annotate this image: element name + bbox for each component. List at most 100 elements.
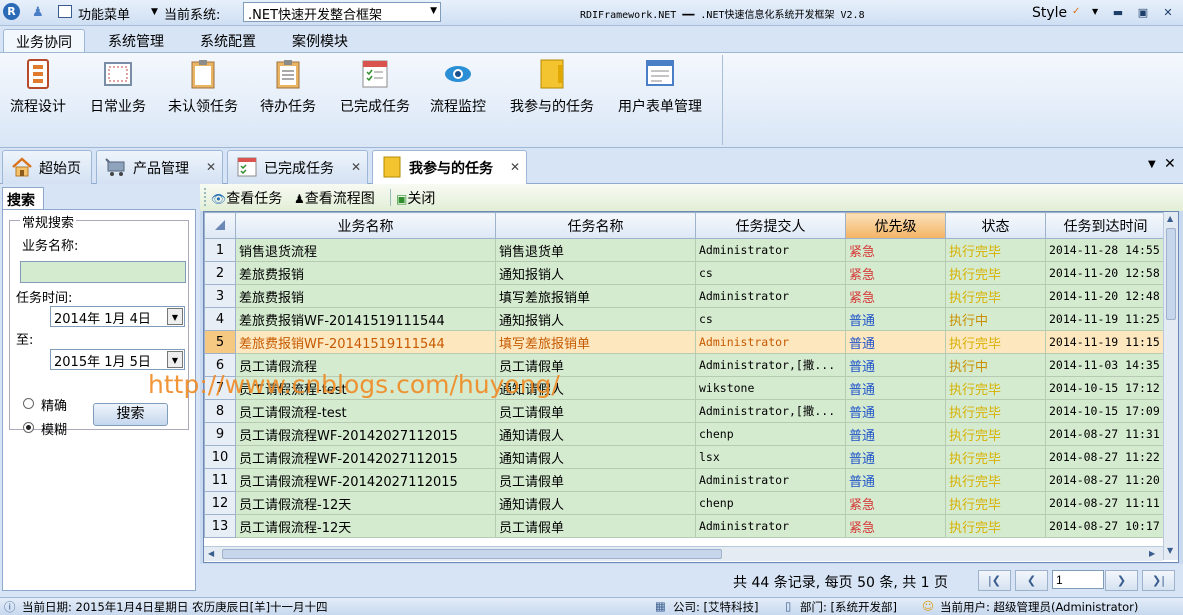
task-name-cell: 员工请假单 [495, 399, 696, 423]
col-header-arrival-time[interactable]: 任务到达时间 [1045, 212, 1166, 239]
task-name-cell: 通知请假人 [495, 422, 696, 446]
todo-tasks-button[interactable]: 待办任务 [260, 57, 316, 116]
cart-icon [105, 158, 125, 176]
view-flowchart-button[interactable]: ♟查看流程图 [294, 188, 375, 208]
table-row[interactable]: 1 销售退货流程 销售退货单 Administrator 紧急 执行完毕 2014-11-2… [204, 238, 1166, 262]
unclaimed-tasks-button[interactable]: 未认领任务 [168, 57, 238, 116]
calendar-dropdown-icon[interactable]: ▼ [167, 351, 183, 368]
status-cell: 执行完毕 [945, 238, 1046, 262]
date-to-picker[interactable]: 2015年 1月 5日 ▼ [50, 349, 185, 370]
close-tab-icon[interactable]: ✕ [351, 160, 361, 174]
completed-tasks-button[interactable]: 已完成任务 [340, 57, 410, 116]
search-button[interactable]: 搜索 [93, 403, 168, 426]
close-tab-icon[interactable]: ✕ [206, 160, 216, 174]
biz-name-cell: 差旅费报销 [235, 261, 496, 285]
horizontal-scrollbar[interactable]: ◀ ▶ [204, 546, 1163, 561]
table-row[interactable]: 12 员工请假流程-12天 通知请假人 chenp 紧急 执行完毕 2014-08-27 1… [204, 491, 1166, 515]
table-row[interactable]: 9 员工请假流程WF-20142027112015 通知请假人 chenp 普通 执行完毕… [204, 422, 1166, 446]
current-system-select[interactable]: .NET快速开发整合框架 ▼ [243, 2, 441, 23]
submitter-cell: chenp [695, 491, 846, 515]
doc-tab-my-tasks[interactable]: 我参与的任务 ✕ [372, 150, 527, 185]
calendar-dropdown-icon[interactable]: ▼ [167, 308, 183, 325]
next-page-icon[interactable]: ❯ [1105, 570, 1138, 591]
scroll-right-icon[interactable]: ▶ [1149, 549, 1155, 558]
department-text: 部门: [系统开发部] [800, 600, 898, 614]
tab-list-dropdown-icon[interactable]: ▼ [1148, 159, 1156, 170]
doc-tab-products[interactable]: 产品管理 ✕ [96, 150, 223, 184]
task-name-cell: 通知报销人 [495, 307, 696, 331]
first-page-icon[interactable]: |❮ [978, 570, 1011, 591]
submitter-cell: Administrator [695, 330, 846, 354]
toolbar-separator [390, 189, 391, 206]
vertical-scroll-thumb[interactable] [1166, 228, 1176, 320]
scroll-left-icon[interactable]: ◀ [208, 549, 214, 558]
col-header-priority[interactable]: 优先级 [845, 212, 946, 239]
unclaimed-tasks-label: 未认领任务 [168, 99, 238, 115]
col-header-status[interactable]: 状态 [945, 212, 1046, 239]
col-header-biz-name[interactable]: 业务名称 [235, 212, 496, 239]
view-task-button[interactable]: 👁查看任务 [211, 188, 282, 208]
flow-monitor-button[interactable]: 流程监控 [430, 57, 486, 116]
close-all-tabs-icon[interactable]: ✕ [1164, 156, 1176, 172]
fuzzy-radio[interactable] [23, 422, 34, 433]
flow-design-button[interactable]: 流程设计 [10, 57, 66, 116]
search-tab[interactable]: 搜索 [2, 187, 44, 209]
doc-tab-completed[interactable]: 已完成任务 ✕ [227, 150, 368, 184]
close-button[interactable]: ▣关闭 [396, 188, 435, 208]
date-from-picker[interactable]: 2014年 1月 4日 ▼ [50, 306, 185, 327]
ribbon-tab-system-mgmt[interactable]: 系统管理 [96, 29, 176, 52]
scroll-down-icon[interactable]: ▼ [1167, 546, 1173, 555]
col-header-task-name[interactable]: 任务名称 [495, 212, 696, 239]
select-all-corner[interactable] [204, 212, 236, 239]
arrival-time-cell: 2014-11-03 14:35 [1045, 353, 1166, 377]
status-cell: 执行中 [945, 307, 1046, 331]
priority-cell: 普通 [845, 445, 946, 469]
style-menu[interactable]: Style [1032, 5, 1067, 21]
table-row-selected[interactable]: 5 差旅费报销WF-20141519111544 填写差旅报销单 Administra… [204, 330, 1166, 354]
biz-name-input[interactable] [20, 261, 186, 283]
ribbon-tab-cases[interactable]: 案例模块 [280, 29, 360, 52]
daily-business-label: 日常业务 [90, 99, 146, 115]
row-number: 1 [204, 238, 236, 262]
horizontal-scroll-thumb[interactable] [222, 549, 722, 559]
table-row[interactable]: 4 差旅费报销WF-20141519111544 通知报销人 cs 普通 执行中 2014-… [204, 307, 1166, 331]
users-icon[interactable]: ♟ [32, 5, 44, 20]
last-page-icon[interactable]: ❯| [1142, 570, 1175, 591]
info-icon: ⓘ [4, 600, 16, 614]
exact-radio[interactable] [23, 398, 34, 409]
close-window-icon[interactable]: ✕ [1160, 5, 1176, 20]
title-bar: R ♟ 功能菜单 ▼ 当前系统: .NET快速开发整合框架 ▼ RDIFrame… [0, 0, 1183, 26]
ribbon-tab-system-config[interactable]: 系统配置 [188, 29, 268, 52]
close-tab-icon[interactable]: ✕ [510, 160, 520, 174]
toolbar-grip [204, 188, 206, 206]
col-header-submitter[interactable]: 任务提交人 [695, 212, 846, 239]
page-number-input[interactable] [1052, 570, 1104, 589]
maximize-icon[interactable]: ▣ [1135, 5, 1151, 20]
table-row[interactable]: 2 差旅费报销 通知报销人 cs 紧急 执行完毕 2014-11-20 12:58 [204, 261, 1166, 285]
biz-name-cell: 员工请假流程-12天 [235, 514, 496, 538]
chevron-down-icon[interactable]: ▼ [151, 7, 158, 17]
prev-page-icon[interactable]: ❮ [1015, 570, 1048, 591]
function-menu[interactable]: 功能菜单 [78, 4, 130, 23]
my-participated-tasks-button[interactable]: 我参与的任务 [510, 57, 594, 116]
ribbon-tab-collab[interactable]: 业务协同 [3, 29, 85, 52]
table-row[interactable]: 13 员工请假流程-12天 员工请假单 Administrator 紧急 执行完毕 2014… [204, 514, 1166, 538]
vertical-scrollbar[interactable]: ▲ ▼ [1163, 212, 1178, 560]
arrival-time-cell: 2014-08-27 11:11 [1045, 491, 1166, 515]
priority-cell: 紧急 [845, 238, 946, 262]
table-row[interactable]: 10 员工请假流程WF-20142027112015 通知请假人 lsx 普通 执行完毕 2… [204, 445, 1166, 469]
daily-business-button[interactable]: 日常业务 [90, 57, 146, 116]
current-user-text: 当前用户: 超级管理员(Administrator) [940, 600, 1139, 614]
folder-note-small-icon [383, 156, 401, 178]
doc-tab-home[interactable]: 超始页 [2, 150, 92, 184]
table-row[interactable]: 11 员工请假流程WF-20142027112015 员工请假单 Administra… [204, 468, 1166, 492]
style-dropdown-icon[interactable]: ▼ [1092, 7, 1098, 16]
scroll-up-icon[interactable]: ▲ [1167, 214, 1173, 223]
minimize-icon[interactable]: ▬ [1110, 5, 1126, 20]
priority-cell: 普通 [845, 376, 946, 400]
user-form-mgmt-button[interactable]: 用户表单管理 [618, 57, 702, 116]
task-name-cell: 员工请假单 [495, 468, 696, 492]
task-name-cell: 通知报销人 [495, 261, 696, 285]
table-row[interactable]: 8 员工请假流程-test 员工请假单 Administrator,[撒... 普通 执行… [204, 399, 1166, 423]
table-row[interactable]: 3 差旅费报销 填写差旅报销单 Administrator 紧急 执行完毕 2014-11-… [204, 284, 1166, 308]
